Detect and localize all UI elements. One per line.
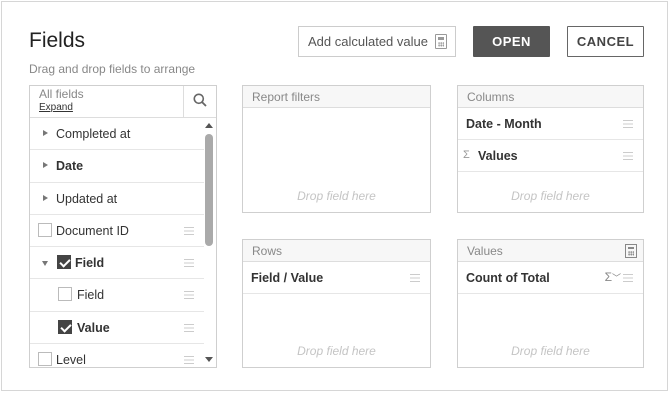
all-fields-header: All fields Expand bbox=[30, 86, 216, 118]
rows-title: Rows bbox=[243, 240, 430, 262]
drag-handle-icon[interactable] bbox=[184, 226, 194, 235]
field-checkbox[interactable] bbox=[38, 352, 52, 367]
expand-arrow-icon[interactable] bbox=[43, 130, 48, 136]
dialog-subtitle: Drag and drop fields to arrange bbox=[29, 62, 196, 76]
field-label: Value bbox=[77, 320, 110, 335]
drag-handle-icon[interactable] bbox=[184, 259, 194, 268]
field-label: Document ID bbox=[56, 223, 129, 238]
field-label: Completed at bbox=[56, 127, 131, 141]
column-item-label: Date - Month bbox=[466, 117, 542, 131]
field-item-value[interactable]: Value bbox=[30, 312, 204, 345]
aggregation-menu-icon[interactable]: Σ﹀ bbox=[605, 270, 621, 284]
field-item-field-child[interactable]: Field bbox=[30, 279, 204, 312]
collapse-arrow-icon[interactable] bbox=[42, 261, 48, 267]
scroll-up-icon[interactable] bbox=[205, 123, 213, 128]
column-item-label: Values bbox=[478, 149, 518, 163]
scroll-down-icon[interactable] bbox=[205, 357, 213, 362]
search-button[interactable] bbox=[183, 86, 216, 117]
field-label: Updated at bbox=[56, 191, 118, 206]
field-label: Field bbox=[75, 256, 105, 271]
all-fields-label: All fields bbox=[39, 87, 84, 101]
field-item-date[interactable]: Date bbox=[30, 150, 204, 183]
report-filters-zone[interactable]: Report filters Drop field here bbox=[242, 85, 431, 213]
column-item-date-month[interactable]: Date - Month bbox=[458, 108, 643, 140]
all-fields-panel: All fields Expand Completed at Date Upda… bbox=[29, 85, 217, 368]
values-title: Values bbox=[467, 244, 503, 258]
field-item-document-id[interactable]: Document ID bbox=[30, 215, 204, 248]
expand-arrow-icon[interactable] bbox=[43, 194, 48, 201]
field-checkbox[interactable] bbox=[38, 222, 52, 237]
drag-handle-icon[interactable] bbox=[410, 274, 420, 282]
drop-hint: Drop field here bbox=[297, 189, 376, 203]
drag-handle-icon[interactable] bbox=[184, 356, 194, 365]
values-header: Values bbox=[458, 240, 643, 262]
field-checkbox[interactable] bbox=[58, 287, 72, 302]
field-checkbox[interactable] bbox=[57, 255, 71, 270]
column-item-values[interactable]: Σ Values bbox=[458, 140, 643, 172]
drag-handle-icon[interactable] bbox=[623, 274, 633, 282]
drag-handle-icon[interactable] bbox=[623, 120, 633, 128]
drop-hint: Drop field here bbox=[297, 344, 376, 358]
cancel-button[interactable]: CANCEL bbox=[567, 26, 644, 57]
field-list: Completed at Date Updated at Document ID… bbox=[30, 118, 204, 368]
drop-hint: Drop field here bbox=[511, 344, 590, 358]
dialog-title: Fields bbox=[29, 29, 86, 52]
field-label: Date bbox=[56, 159, 84, 174]
field-checkbox[interactable] bbox=[58, 319, 72, 334]
drag-handle-icon[interactable] bbox=[623, 152, 633, 160]
calculator-icon bbox=[435, 34, 447, 49]
scroll-thumb[interactable] bbox=[205, 134, 213, 246]
value-item-count-of-total[interactable]: Count of Total Σ﹀ bbox=[458, 262, 643, 294]
expand-link[interactable]: Expand bbox=[39, 102, 73, 113]
field-item-field[interactable]: Field bbox=[30, 247, 204, 280]
add-calculated-value-button[interactable]: Add calculated value bbox=[298, 26, 456, 57]
add-calculated-value-label: Add calculated value bbox=[308, 34, 428, 49]
expand-arrow-icon[interactable] bbox=[43, 162, 48, 169]
columns-zone[interactable]: Columns Date - Month Σ Values Drop field… bbox=[457, 85, 644, 213]
field-label: Field bbox=[77, 288, 105, 303]
calculator-icon[interactable] bbox=[625, 244, 637, 258]
field-label: Level bbox=[56, 353, 86, 368]
drag-handle-icon[interactable] bbox=[184, 291, 194, 300]
row-item-label: Field / Value bbox=[251, 271, 324, 285]
open-button[interactable]: OPEN bbox=[473, 26, 550, 57]
drop-hint: Drop field here bbox=[511, 189, 590, 203]
field-list-scrollbar[interactable] bbox=[202, 118, 216, 367]
sigma-icon: Σ bbox=[463, 149, 470, 161]
field-item-level[interactable]: Level bbox=[30, 344, 204, 368]
report-filters-title: Report filters bbox=[243, 86, 430, 108]
fields-dialog: Fields Drag and drop fields to arrange A… bbox=[1, 1, 668, 391]
field-item-updated-at[interactable]: Updated at bbox=[30, 183, 204, 215]
drag-handle-icon[interactable] bbox=[184, 323, 194, 332]
rows-zone[interactable]: Rows Field / Value Drop field here bbox=[242, 239, 431, 368]
row-item-field-value[interactable]: Field / Value bbox=[243, 262, 430, 294]
field-item-completed-at[interactable]: Completed at bbox=[30, 118, 204, 151]
sigma-icon: Σ bbox=[604, 270, 612, 284]
value-item-label: Count of Total bbox=[466, 271, 550, 285]
values-zone[interactable]: Values Count of Total Σ﹀ Drop field here bbox=[457, 239, 644, 368]
search-icon bbox=[193, 93, 207, 107]
columns-title: Columns bbox=[458, 86, 643, 108]
